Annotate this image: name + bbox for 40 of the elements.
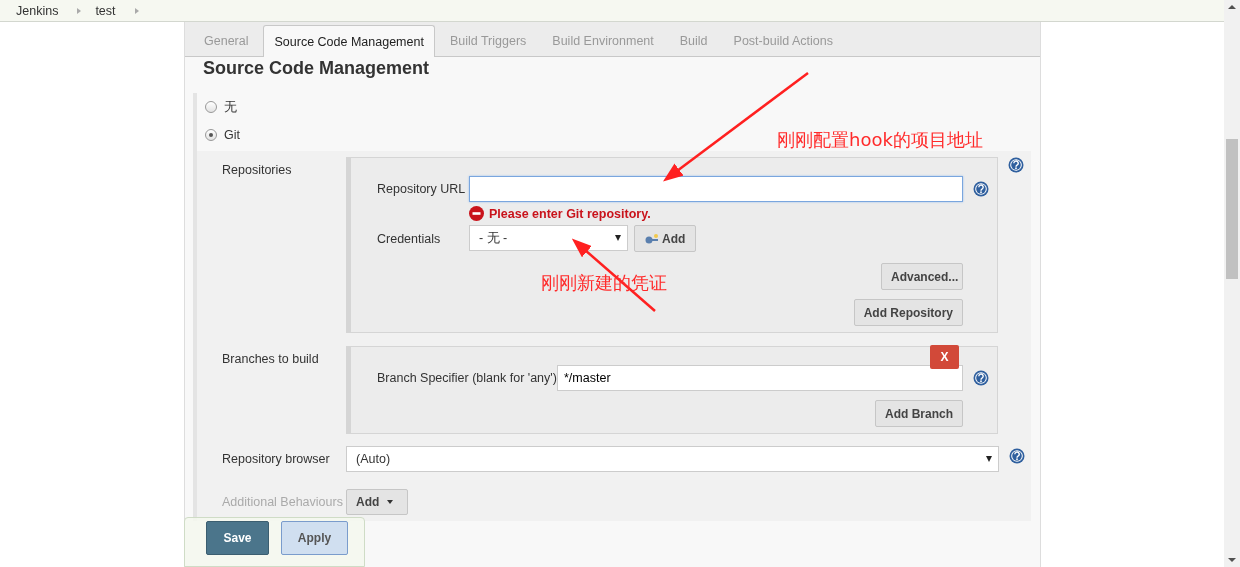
radio-button[interactable] xyxy=(205,101,217,113)
caret-icon xyxy=(387,500,394,504)
field-label: Repository URL xyxy=(377,182,467,196)
field-label: Repositories xyxy=(222,162,293,177)
repository-browser-dropdown[interactable]: (Auto) xyxy=(346,446,999,472)
field-label: Branches to build xyxy=(222,351,320,366)
field-label: Credentials xyxy=(377,231,442,246)
help-icon[interactable] xyxy=(1008,157,1024,173)
help-icon[interactable] xyxy=(973,181,989,197)
save-button[interactable]: Save xyxy=(206,521,269,555)
radio-button[interactable] xyxy=(205,129,217,141)
tab[interactable]: Source Code Management xyxy=(263,25,435,57)
add-credentials-button[interactable]: Add xyxy=(634,225,697,252)
annotation-text: 刚刚配置hook的项目地址 xyxy=(777,128,983,152)
breadcrumb-link[interactable]: Jenkins xyxy=(16,3,59,18)
caret-icon xyxy=(615,235,621,241)
scroll-up-icon[interactable] xyxy=(1228,5,1236,9)
help-icon[interactable] xyxy=(1009,448,1025,464)
branch-specifier-field[interactable]: */master xyxy=(557,365,963,391)
radio-label: Git xyxy=(224,128,240,142)
credentials-dropdown[interactable]: - 无 - xyxy=(469,225,628,251)
add-behaviour-button[interactable]: Add xyxy=(346,489,408,515)
repository-url-field[interactable] xyxy=(469,176,963,202)
add-repository-button[interactable]: Add Repository xyxy=(853,299,963,326)
breadcrumb-link[interactable]: test xyxy=(95,3,116,18)
field-label: Additional Behaviours xyxy=(222,494,344,509)
scroll-down-icon[interactable] xyxy=(1228,558,1236,562)
apply-button[interactable]: Apply xyxy=(281,521,348,555)
error-message: Please enter Git repository. xyxy=(489,206,651,221)
field-label: Repository browser xyxy=(222,451,331,466)
error-icon xyxy=(469,206,484,221)
radio-label: 无 xyxy=(224,98,237,116)
key-icon xyxy=(645,233,659,244)
field-label: Branch Specifier (blank for 'any') xyxy=(377,371,557,385)
caret-icon xyxy=(986,456,992,462)
help-icon[interactable] xyxy=(973,370,989,386)
section-heading: Source Code Management xyxy=(203,57,431,79)
scrollbar-thumb[interactable] xyxy=(1226,139,1238,279)
advanced-button[interactable]: Advanced... xyxy=(881,263,963,290)
add-branch-button[interactable]: Add Branch xyxy=(875,400,963,427)
